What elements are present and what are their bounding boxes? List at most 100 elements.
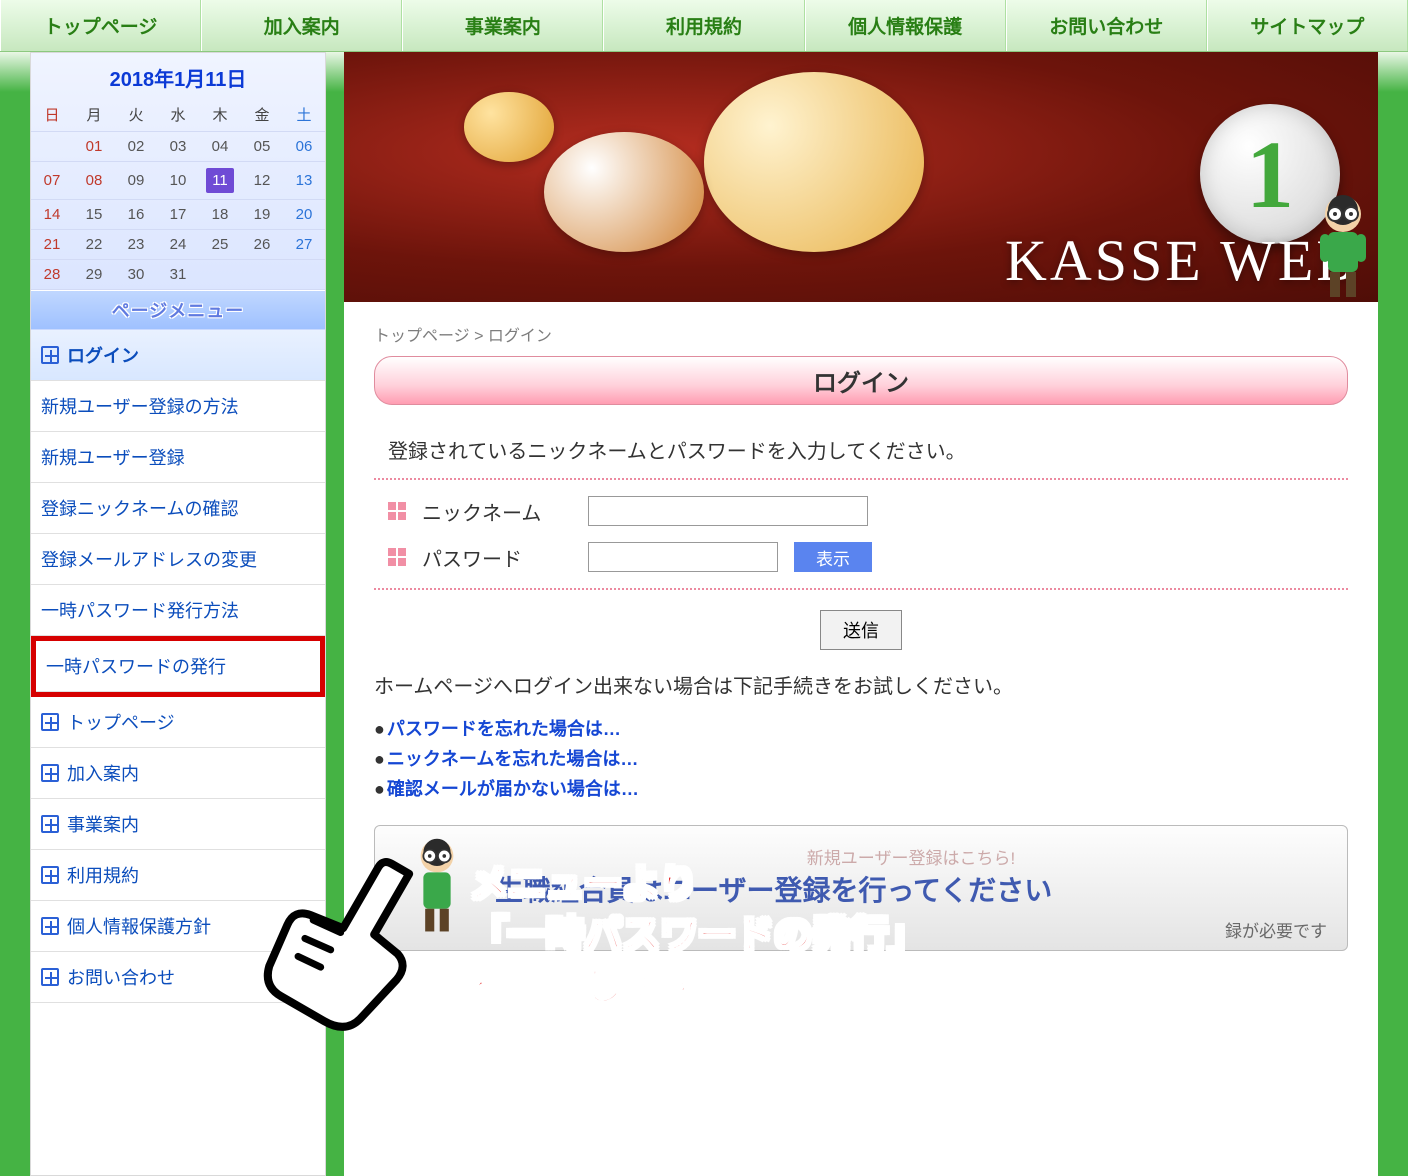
sidebar-item-label: 新規ユーザー登録 <box>41 444 185 470</box>
nav-item[interactable]: 個人情報保護 <box>805 0 1006 51</box>
sidebar-item-label: 一時パスワードの発行 <box>46 653 226 679</box>
page-menu-header: ページメニュー <box>31 290 325 330</box>
calendar-day[interactable]: 03 <box>157 132 199 162</box>
nav-item[interactable]: 加入案内 <box>201 0 402 51</box>
calendar-day[interactable]: 10 <box>157 162 199 200</box>
plus-icon <box>41 917 59 935</box>
sidebar-item[interactable]: ログイン <box>31 330 325 381</box>
calendar-day[interactable]: 01 <box>73 132 115 162</box>
calendar-day[interactable]: 15 <box>73 200 115 230</box>
calendar-day <box>31 132 73 162</box>
calendar-day[interactable]: 20 <box>283 200 325 230</box>
calendar-day <box>199 260 241 290</box>
nav-item[interactable]: サイトマップ <box>1207 0 1408 51</box>
calendar-day[interactable]: 19 <box>241 200 283 230</box>
calendar-widget: 2018年1月11日 日月火水木金土 010203040506070809101… <box>31 53 325 290</box>
sidebar-item-label: お問い合わせ <box>67 964 175 990</box>
required-marker-icon <box>388 548 406 566</box>
sidebar-item-label: 登録メールアドレスの変更 <box>41 546 257 572</box>
help-link-item: 確認メールが届かない場合は… <box>374 775 1348 801</box>
calendar-day[interactable]: 06 <box>283 132 325 162</box>
submit-button[interactable]: 送信 <box>820 610 902 650</box>
calendar-day[interactable]: 22 <box>73 230 115 260</box>
nav-item[interactable]: トップページ <box>0 0 201 51</box>
help-link[interactable]: 確認メールが届かない場合は… <box>387 779 639 799</box>
calendar-day[interactable]: 26 <box>241 230 283 260</box>
sidebar-item-label: 個人情報保護方針 <box>67 913 211 939</box>
sidebar-item-label: トップページ <box>67 709 175 735</box>
password-label: パスワード <box>422 543 572 572</box>
site-title-a: KASSE <box>1005 228 1204 293</box>
calendar-dow: 水 <box>157 98 199 132</box>
sidebar-item[interactable]: 一時パスワード発行方法 <box>31 585 325 636</box>
plus-icon <box>41 968 59 986</box>
calendar-day[interactable]: 11 <box>199 162 241 200</box>
sidebar-item[interactable]: 新規ユーザー登録 <box>31 432 325 483</box>
calendar-day[interactable]: 14 <box>31 200 73 230</box>
login-description: 登録されているニックネームとパスワードを入力してください。 <box>388 435 1348 464</box>
calendar-day[interactable]: 25 <box>199 230 241 260</box>
calendar-day[interactable]: 02 <box>115 132 157 162</box>
callout-line: を選択します <box>470 963 926 1014</box>
calendar-dow: 土 <box>283 98 325 132</box>
calendar-day[interactable]: 18 <box>199 200 241 230</box>
help-link-item: パスワードを忘れた場合は… <box>374 715 1348 741</box>
calendar-day[interactable]: 13 <box>283 162 325 200</box>
login-form: ニックネーム パスワード 表示 <box>374 478 1348 590</box>
help-link[interactable]: パスワードを忘れた場合は… <box>387 719 621 739</box>
calendar-day[interactable]: 23 <box>115 230 157 260</box>
nav-item[interactable]: 事業案内 <box>402 0 603 51</box>
top-nav: トップページ加入案内事業案内利用規約個人情報保護お問い合わせサイトマップ <box>0 0 1408 52</box>
nav-item[interactable]: 利用規約 <box>603 0 804 51</box>
calendar-grid: 日月火水木金土 01020304050607080910111213141516… <box>31 98 325 290</box>
hero-banner: 1 KASSE WEB <box>344 52 1378 302</box>
calendar-dow: 金 <box>241 98 283 132</box>
calendar-day[interactable]: 16 <box>115 200 157 230</box>
show-password-button[interactable]: 表示 <box>794 542 872 572</box>
help-link-item: ニックネームを忘れた場合は… <box>374 745 1348 771</box>
callout-line: 「一時パスワードの発行」 <box>470 911 926 962</box>
sidebar-item-label: 事業案内 <box>67 811 139 837</box>
calendar-day[interactable]: 27 <box>283 230 325 260</box>
pointing-hand-icon <box>240 830 450 1040</box>
mascot-icon <box>1308 192 1378 302</box>
calendar-dow: 木 <box>199 98 241 132</box>
plus-icon <box>41 815 59 833</box>
callout-line: メニューより <box>470 860 926 911</box>
site-title: KASSE WEB <box>1005 227 1358 294</box>
sidebar-item[interactable]: トップページ <box>31 697 325 748</box>
sidebar-item[interactable]: 登録ニックネームの確認 <box>31 483 325 534</box>
sidebar-item[interactable]: 登録メールアドレスの変更 <box>31 534 325 585</box>
calendar-dow: 月 <box>73 98 115 132</box>
calendar-day[interactable]: 07 <box>31 162 73 200</box>
calendar-day[interactable]: 28 <box>31 260 73 290</box>
sidebar-item[interactable]: 新規ユーザー登録の方法 <box>31 381 325 432</box>
calendar-day[interactable]: 31 <box>157 260 199 290</box>
sidebar-item-label: 一時パスワード発行方法 <box>41 597 239 623</box>
calendar-day[interactable]: 12 <box>241 162 283 200</box>
calendar-day[interactable]: 21 <box>31 230 73 260</box>
sidebar-item[interactable]: 加入案内 <box>31 748 325 799</box>
password-input[interactable] <box>588 542 778 572</box>
help-links-list: パスワードを忘れた場合は… ニックネームを忘れた場合は… 確認メールが届かない場合は… <box>374 715 1348 801</box>
calendar-day[interactable]: 29 <box>73 260 115 290</box>
calendar-day[interactable]: 05 <box>241 132 283 162</box>
calendar-day[interactable]: 24 <box>157 230 199 260</box>
sidebar-item[interactable]: 一時パスワードの発行 <box>36 641 320 692</box>
calendar-dow: 火 <box>115 98 157 132</box>
instruction-callout: メニューより 「一時パスワードの発行」 を選択します <box>470 860 926 1014</box>
nav-item[interactable]: お問い合わせ <box>1006 0 1207 51</box>
help-link[interactable]: ニックネームを忘れた場合は… <box>387 749 638 769</box>
calendar-day[interactable]: 30 <box>115 260 157 290</box>
calendar-day[interactable]: 08 <box>73 162 115 200</box>
calendar-day[interactable]: 17 <box>157 200 199 230</box>
plus-icon <box>41 866 59 884</box>
page-title: ログイン <box>374 356 1348 405</box>
nickname-input[interactable] <box>588 496 868 526</box>
highlighted-menu-item: 一時パスワードの発行 <box>31 636 325 697</box>
calendar-title: 2018年1月11日 <box>31 59 325 98</box>
calendar-day[interactable]: 09 <box>115 162 157 200</box>
cannot-login-note: ホームページへログイン出来ない場合は下記手続きをお試しください。 <box>374 670 1348 699</box>
sidebar-item-label: 登録ニックネームの確認 <box>41 495 238 521</box>
calendar-day[interactable]: 04 <box>199 132 241 162</box>
